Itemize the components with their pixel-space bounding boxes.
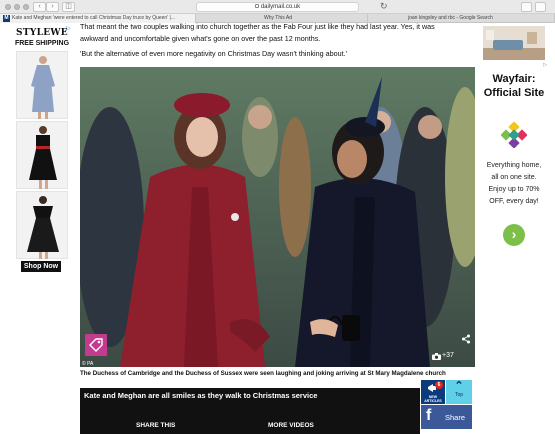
ad-wayfair-copy: Everything home, all on one site. Enjoy … xyxy=(481,160,547,208)
browser-window: ‹ › ◫ dailymail.co.uk ↻ M Kate and Megha… xyxy=(0,0,555,434)
back-button[interactable]: ‹ xyxy=(33,2,46,12)
ad-dress-image-1[interactable] xyxy=(16,51,68,119)
share-label: Share xyxy=(445,413,466,422)
ad-dress-image-3[interactable] xyxy=(16,191,68,259)
wayfair-logo-icon xyxy=(501,122,527,148)
shop-now-button[interactable]: Shop Now xyxy=(21,261,61,272)
ad-brand-stylewe: STYLEWE xyxy=(16,28,68,38)
gallery-count[interactable]: +37 xyxy=(442,352,454,359)
address-bar-url: dailymail.co.uk xyxy=(260,4,301,10)
show-tabs-icon[interactable] xyxy=(535,2,546,12)
article-paragraph: That meant the two couples walking into … xyxy=(80,21,475,45)
ad-free-shipping: FREE SHIPPING xyxy=(14,40,70,47)
photo-credit: © PA xyxy=(82,361,94,367)
address-bar[interactable]: dailymail.co.uk xyxy=(196,2,359,12)
article-line: That meant the two couples walking into … xyxy=(80,22,435,31)
sidebar-toggle-icon[interactable]: ◫ xyxy=(62,2,75,12)
facebook-icon: f xyxy=(426,407,432,424)
camera-icon[interactable] xyxy=(432,353,441,360)
ad-dress-image-2[interactable] xyxy=(16,121,68,189)
pa-photo-tag-icon[interactable] xyxy=(85,334,107,356)
right-sidebar-ad[interactable]: ▷ Wayfair: Official Site Everything home… xyxy=(481,26,547,272)
reload-icon[interactable]: ↻ xyxy=(380,1,388,12)
facebook-share-button[interactable]: f Share xyxy=(421,405,472,429)
back-to-top-button[interactable]: ⌃ Top xyxy=(446,380,472,404)
forward-button[interactable]: › xyxy=(46,2,59,12)
photo-caption: The Duchess of Cambridge and the Duchess… xyxy=(80,370,446,377)
new-articles-count: 6 xyxy=(435,381,443,389)
browser-toolbar: ‹ › ◫ dailymail.co.uk ↻ xyxy=(0,0,555,14)
video-share-button[interactable]: SHARE THIS xyxy=(136,422,175,429)
share-page-icon[interactable] xyxy=(521,2,532,12)
dailymail-favicon-icon: M xyxy=(3,15,10,22)
chevron-right-icon[interactable]: › xyxy=(503,224,525,246)
zoom-window-icon[interactable] xyxy=(23,4,29,10)
ad-room-image[interactable] xyxy=(483,26,545,60)
video-more-button[interactable]: MORE VIDEOS xyxy=(268,422,314,429)
new-articles-button[interactable]: 6 NEW ARTICLES xyxy=(421,380,445,404)
top-label: Top xyxy=(454,392,464,398)
article-photo[interactable] xyxy=(80,67,475,367)
ad-copy-line: OFF, every day! xyxy=(489,198,539,205)
share-icon[interactable] xyxy=(461,334,471,344)
ad-copy-line: all on one site. xyxy=(491,174,537,181)
article-paragraph-quote: 'But the alternative of even more negati… xyxy=(80,49,347,58)
video-player[interactable]: Kate and Meghan are all smiles as they w… xyxy=(80,388,420,434)
ad-copy-line: Everything home, xyxy=(486,162,542,169)
ad-wayfair-title: Wayfair: Official Site xyxy=(483,73,545,99)
left-sidebar-ad[interactable]: ▷ STYLEWE FREE SHIPPING Shop Now xyxy=(11,26,73,272)
article-line: awkward and uncomfortable given what's g… xyxy=(80,34,321,43)
chevron-up-icon: ⌃ xyxy=(454,380,464,392)
minimize-window-icon[interactable] xyxy=(14,4,20,10)
close-window-icon[interactable] xyxy=(5,4,11,10)
new-articles-label: NEW ARTICLES xyxy=(421,395,445,403)
ad-copy-line: Enjoy up to 70% xyxy=(488,186,540,193)
adchoices-icon[interactable]: ▷ xyxy=(543,62,547,68)
new-articles-label-line: ARTICLES xyxy=(424,399,442,403)
lock-icon xyxy=(254,4,259,9)
video-title: Kate and Meghan are all smiles as they w… xyxy=(84,391,318,400)
